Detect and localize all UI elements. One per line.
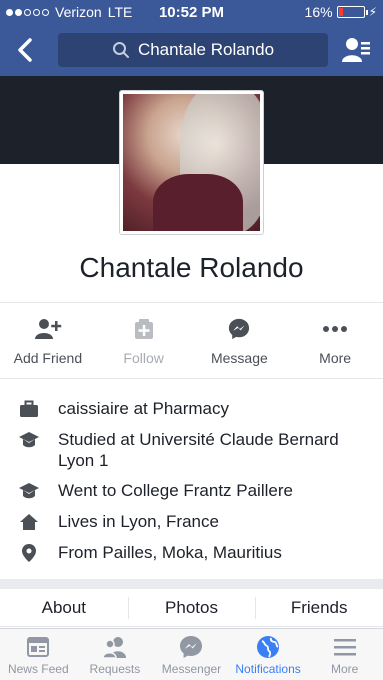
profile-name: Chantale Rolando	[79, 252, 304, 283]
bottom-tab-label: Notifications	[235, 662, 301, 676]
search-icon	[112, 42, 129, 58]
status-bar: Verizon LTE 10:52 PM 16% ⚡	[0, 0, 383, 24]
location-pin-icon	[22, 544, 36, 562]
intro-text: caissiaire at Pharmacy	[58, 399, 230, 418]
battery-icon	[336, 6, 368, 18]
intro-text: Lives in Lyon, France	[58, 512, 219, 531]
globe-icon	[257, 636, 280, 658]
bottom-tab-news-feed[interactable]: News Feed	[0, 629, 77, 680]
graduation-cap-icon	[19, 483, 39, 499]
intro-item-education[interactable]: Studied at Université Claude Bernard Lyo…	[18, 429, 358, 471]
top-bar: Verizon LTE 10:52 PM 16% ⚡ Chantale Rola…	[0, 0, 383, 76]
tab-photos[interactable]: Photos	[127, 589, 256, 626]
bottom-tab-label: More	[331, 662, 359, 676]
bottom-tab-bar: News Feed Requests Messenger Notificatio…	[0, 628, 383, 680]
bottom-tab-notifications[interactable]: Notifications	[230, 629, 307, 680]
intro-item-from[interactable]: From Pailles, Moka, Mauritius	[18, 542, 358, 564]
search-field[interactable]: Chantale Rolando	[58, 33, 328, 67]
menu-icon	[333, 639, 356, 656]
add-friend-icon	[34, 319, 62, 339]
tab-about[interactable]: About	[0, 589, 128, 626]
battery-percent: 16%	[304, 4, 333, 20]
bottom-tab-messenger[interactable]: Messenger	[153, 629, 230, 680]
messenger-icon	[180, 636, 203, 658]
more-dots-icon	[323, 326, 348, 332]
profile-actions: Add Friend Follow Message More	[0, 318, 383, 374]
section-gap	[0, 579, 383, 589]
nav-bar: Chantale Rolando	[0, 28, 383, 74]
intro-item-work[interactable]: caissiaire at Pharmacy	[18, 398, 358, 420]
bottom-tab-requests[interactable]: Requests	[77, 629, 154, 680]
briefcase-icon	[20, 400, 38, 417]
friend-requests-icon	[102, 637, 126, 659]
add-friend-button[interactable]: Add Friend	[0, 318, 96, 374]
tab-friends[interactable]: Friends	[255, 589, 383, 626]
home-icon	[20, 514, 38, 530]
messenger-icon	[229, 318, 250, 340]
follow-icon	[134, 319, 153, 339]
more-button[interactable]: More	[287, 318, 383, 374]
bottom-tab-more[interactable]: More	[306, 629, 383, 680]
profile-picture[interactable]	[119, 90, 264, 235]
intro-item-lives[interactable]: Lives in Lyon, France	[18, 511, 358, 533]
divider	[0, 302, 383, 303]
back-arrow-icon[interactable]	[10, 34, 42, 66]
charging-icon: ⚡	[368, 5, 377, 19]
profile-photo	[123, 94, 260, 231]
message-button[interactable]: Message	[192, 318, 288, 374]
intro-text: From Pailles, Moka, Mauritius	[58, 543, 282, 562]
intro-section: caissiaire at Pharmacy Studied at Univer…	[0, 386, 383, 579]
intro-text: Went to College Frantz Paillere	[58, 481, 293, 500]
follow-button[interactable]: Follow	[96, 318, 192, 374]
message-label: Message	[210, 350, 268, 366]
more-label: More	[319, 350, 352, 366]
follow-label: Follow	[123, 350, 164, 366]
friend-requests-icon[interactable]	[341, 36, 371, 64]
intro-item-college[interactable]: Went to College Frantz Paillere	[18, 480, 358, 502]
profile-tabs: About Photos Friends	[0, 589, 383, 627]
divider	[0, 378, 383, 379]
search-text: Chantale Rolando	[137, 40, 275, 59]
news-feed-icon	[27, 637, 50, 657]
add-friend-label: Add Friend	[13, 350, 83, 366]
bottom-tab-label: Requests	[89, 662, 141, 676]
intro-text: Studied at Université Claude Bernard Lyo…	[58, 430, 339, 470]
bottom-tab-label: News Feed	[7, 662, 69, 676]
bottom-tab-label: Messenger	[161, 662, 222, 676]
graduation-cap-icon	[19, 432, 39, 448]
